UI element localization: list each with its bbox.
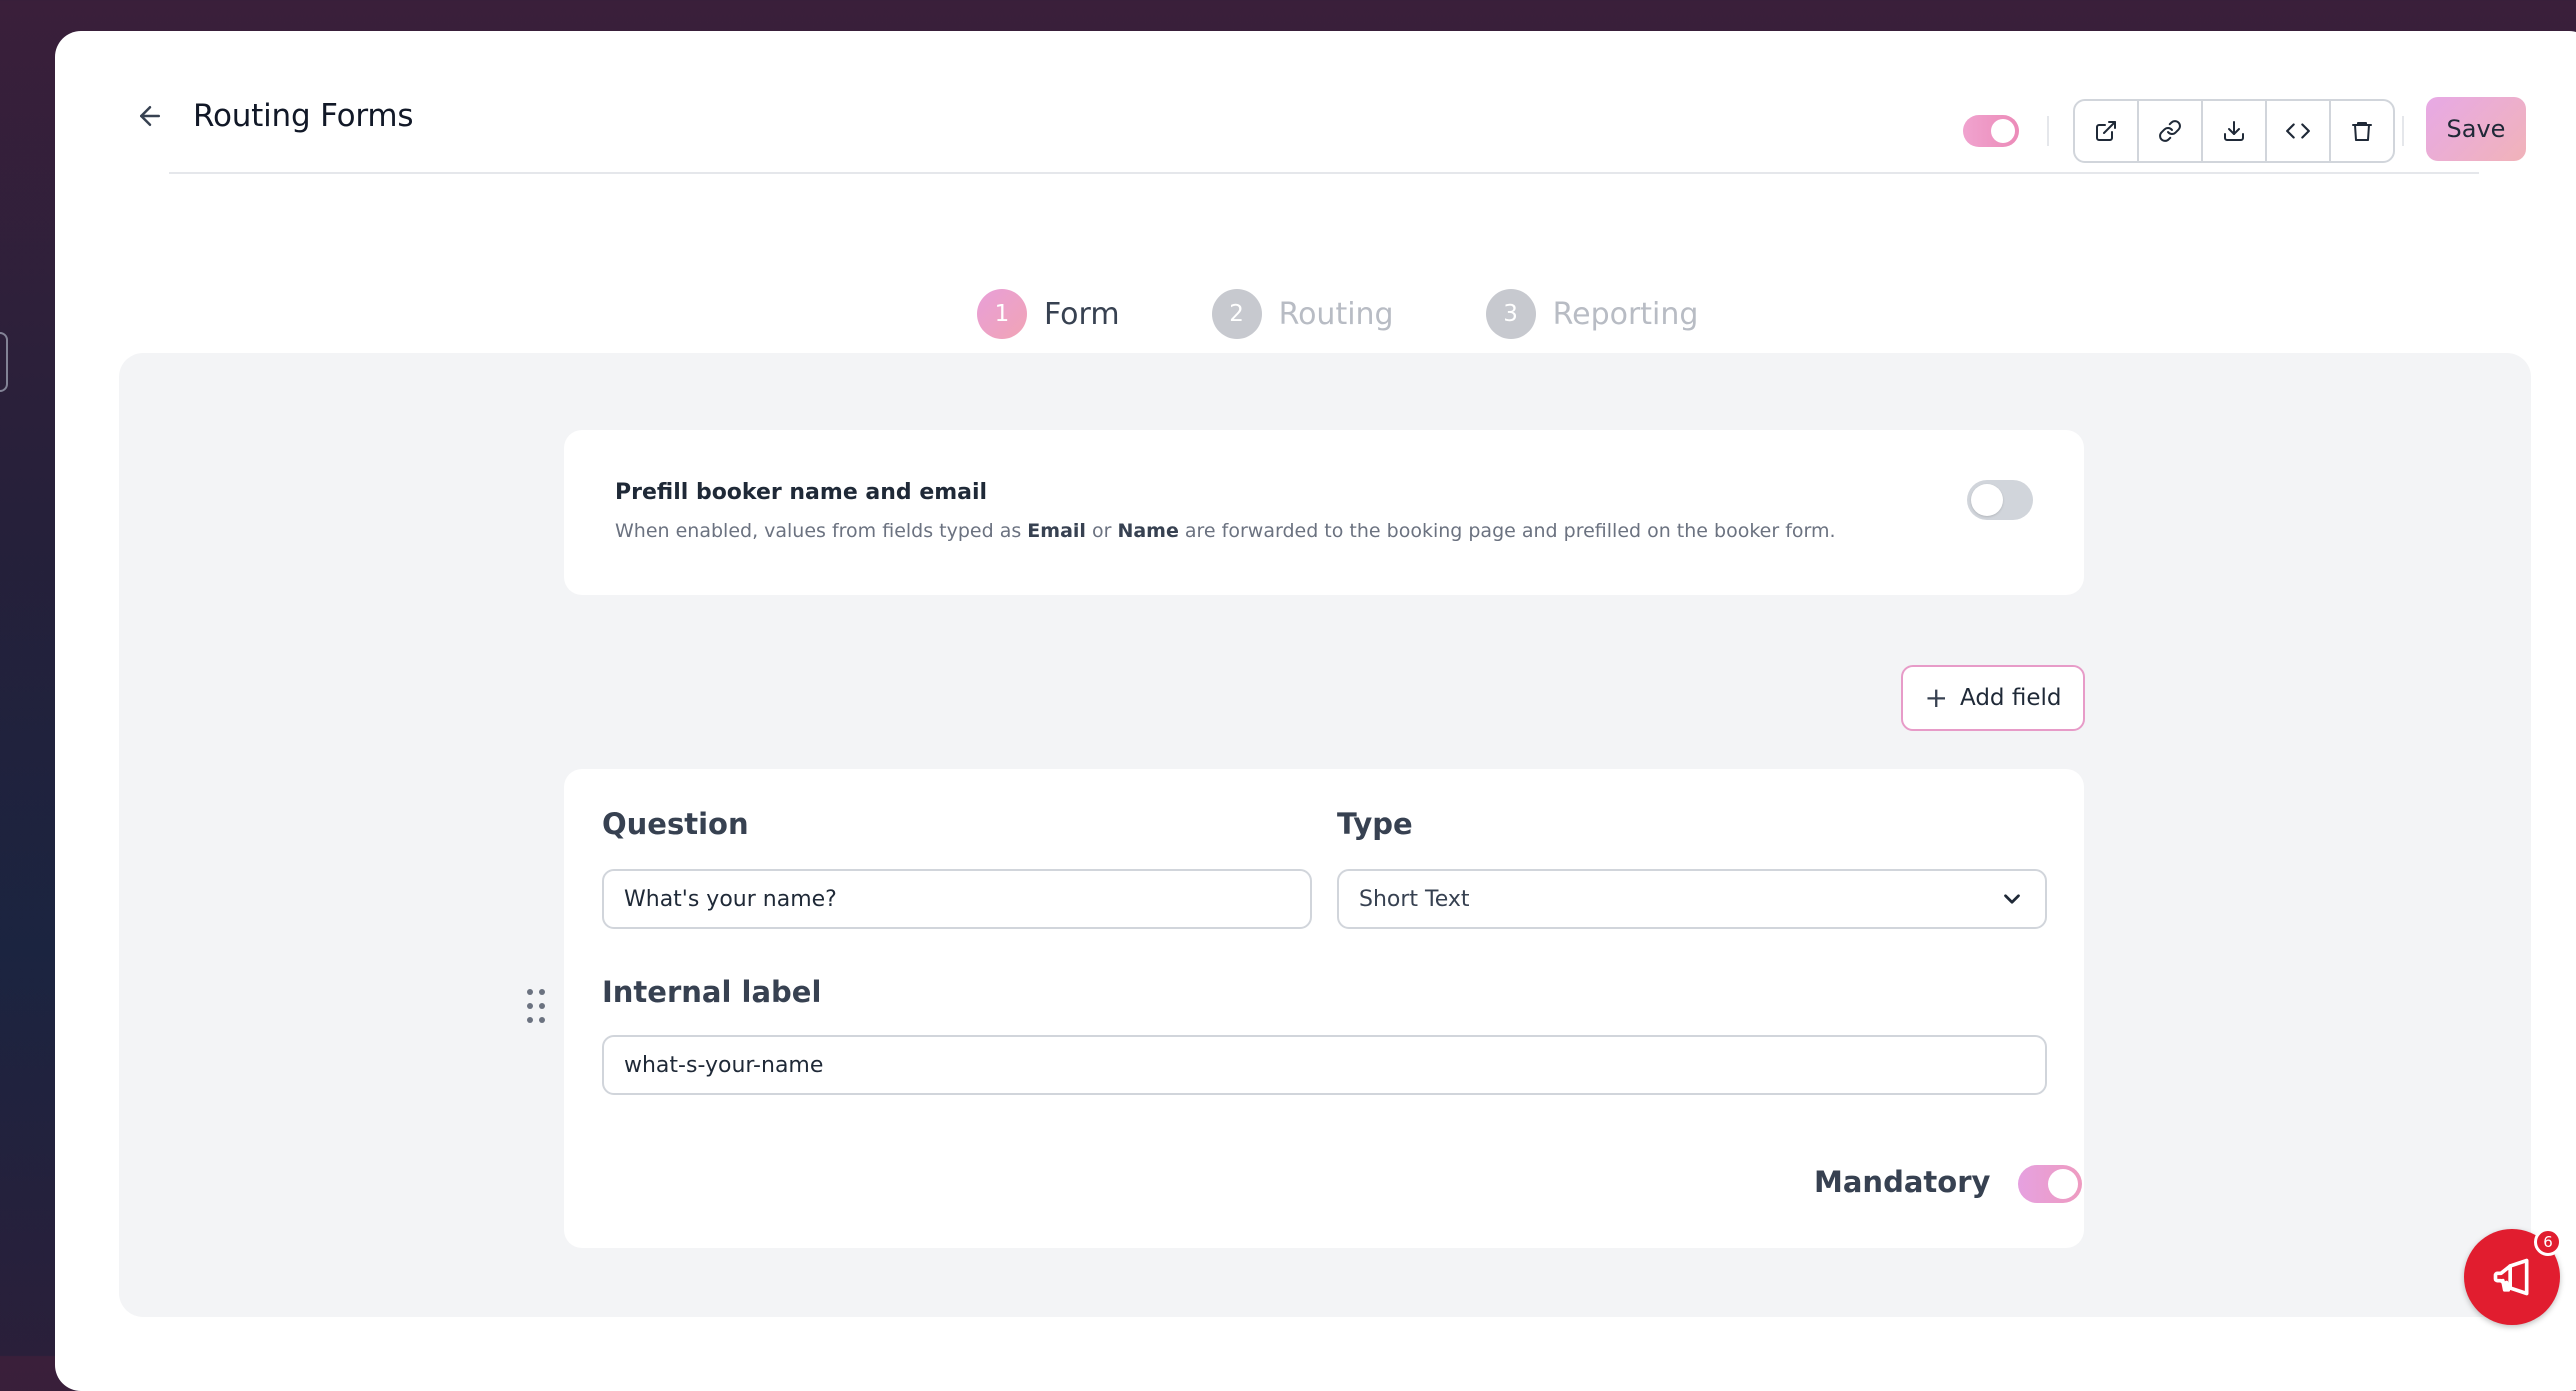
download-icon: [2224, 121, 2244, 141]
prefill-description: When enabled, values from fields typed a…: [615, 520, 1836, 542]
header-action-group: [2073, 99, 2395, 163]
step-number: 1: [977, 289, 1027, 339]
question-input[interactable]: What's your name?: [602, 869, 1312, 929]
type-label: Type: [1337, 807, 1413, 841]
open-external-button[interactable]: [2075, 101, 2139, 161]
embed-code-button[interactable]: [2267, 101, 2331, 161]
prefill-toggle[interactable]: [1967, 480, 2033, 520]
type-select[interactable]: Short Text: [1337, 869, 2047, 929]
tab-label: Reporting: [1552, 296, 1699, 332]
type-value: Short Text: [1359, 886, 1470, 912]
left-edge-chip: [0, 332, 8, 392]
drag-handle-icon[interactable]: [524, 986, 548, 1026]
prefill-title: Prefill booker name and email: [615, 480, 988, 505]
back-arrow-button[interactable]: [125, 91, 175, 141]
mandatory-toggle[interactable]: [2018, 1165, 2082, 1203]
internal-label-label: Internal label: [602, 975, 822, 1009]
external-link-icon: [2096, 121, 2116, 141]
question-label: Question: [602, 807, 749, 841]
header-divider: [2402, 116, 2404, 146]
prefill-settings-card: Prefill booker name and email When enabl…: [564, 430, 2084, 595]
add-field-button[interactable]: + Add field: [1901, 665, 2085, 731]
notification-count-badge: 6: [2534, 1228, 2562, 1256]
add-field-label: Add field: [1960, 685, 2062, 711]
question-value: What's your name?: [624, 886, 837, 912]
internal-label-value: what-s-your-name: [624, 1052, 824, 1078]
page-title: Routing Forms: [193, 98, 414, 134]
toggle-knob: [2048, 1169, 2078, 1199]
link-icon: [2159, 120, 2181, 142]
toggle-knob: [1971, 484, 2003, 516]
mandatory-label: Mandatory: [1814, 1165, 1991, 1199]
main-window: Routing Forms Save 1 Form 2 Routing 3 Re…: [55, 31, 2576, 1391]
chevron-down-icon: [2004, 894, 2020, 904]
tab-reporting[interactable]: 3 Reporting: [1460, 279, 1725, 349]
trash-icon: [2352, 122, 2372, 141]
header-divider: [2047, 116, 2049, 146]
header-divider-line: [169, 172, 2479, 174]
form-enabled-toggle[interactable]: [1963, 115, 2019, 147]
internal-label-input[interactable]: what-s-your-name: [602, 1035, 2047, 1095]
delete-button[interactable]: [2331, 101, 2393, 161]
form-editor-panel: Prefill booker name and email When enabl…: [119, 353, 2531, 1317]
tab-label: Routing: [1278, 296, 1394, 332]
tab-label: Form: [1044, 296, 1120, 332]
copy-link-button[interactable]: [2139, 101, 2203, 161]
save-button[interactable]: Save: [2426, 97, 2526, 161]
download-button[interactable]: [2203, 101, 2267, 161]
tab-routing[interactable]: 2 Routing: [1186, 279, 1420, 349]
toggle-knob: [1991, 119, 2015, 143]
step-number: 2: [1211, 289, 1262, 339]
megaphone-icon: [2493, 1258, 2529, 1296]
plus-icon: +: [1924, 681, 1948, 714]
tab-form[interactable]: 1 Form: [951, 279, 1146, 374]
code-icon: [2286, 123, 2310, 139]
form-field-card: Question What's your name? Type Short Te…: [564, 769, 2084, 1248]
arrow-left-icon: [140, 106, 160, 126]
step-number: 3: [1485, 289, 1536, 339]
